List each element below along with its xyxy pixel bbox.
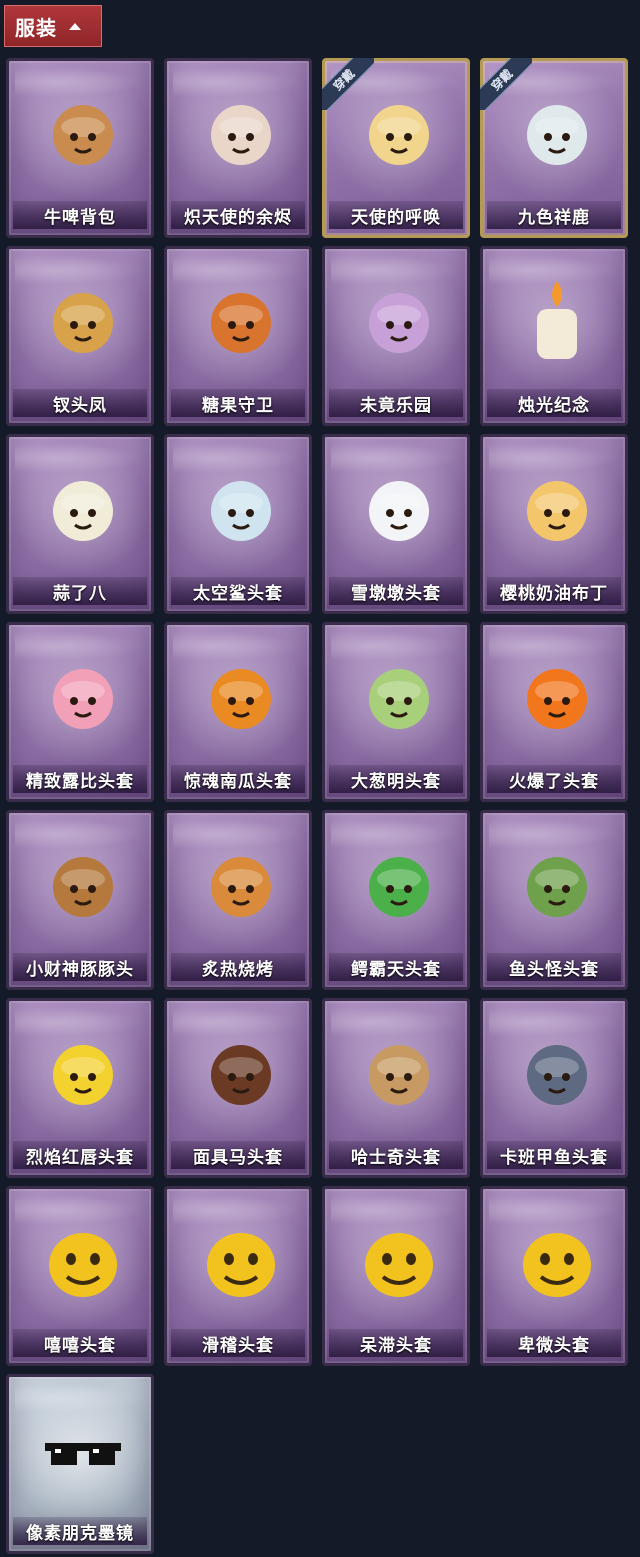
costume-card[interactable]: 卑微头套	[480, 1186, 628, 1366]
costume-name: 钗头凤	[13, 389, 147, 417]
costume-card[interactable]: 炙热烧烤	[164, 810, 312, 990]
costume-card[interactable]: 像素朋克墨镜	[6, 1374, 154, 1554]
jester-doll-icon	[359, 275, 439, 365]
pumpkin-scarecrow-icon	[201, 275, 281, 365]
costume-card[interactable]: 大葱明头套	[322, 622, 470, 802]
fire-head-icon	[517, 651, 597, 741]
costume-card[interactable]: 鱼头怪头套	[480, 810, 628, 990]
costume-name: 大葱明头套	[329, 765, 463, 793]
pikachu-head-icon	[43, 1027, 123, 1117]
costume-card[interactable]: 穿戴天使的呼唤	[322, 58, 470, 238]
costume-name: 卡班甲鱼头套	[487, 1141, 621, 1169]
costume-card[interactable]: 滑稽头套	[164, 1186, 312, 1366]
tab-costume-label: 服装	[15, 17, 57, 40]
costume-card[interactable]: 嘻嘻头套	[6, 1186, 154, 1366]
costume-name: 牛啤背包	[13, 201, 147, 229]
costume-name: 火爆了头套	[487, 765, 621, 793]
costume-name: 糖果守卫	[171, 389, 305, 417]
shy-emoji-icon	[517, 1215, 597, 1305]
costume-name: 鳄霸天头套	[329, 953, 463, 981]
costume-name: 烈焰红唇头套	[13, 1141, 147, 1169]
costume-card[interactable]: 鳄霸天头套	[322, 810, 470, 990]
costume-name: 小财神豚豚头	[13, 953, 147, 981]
garlic-icon	[43, 463, 123, 553]
fish-head-icon	[517, 839, 597, 929]
grin-emoji-icon	[43, 1215, 123, 1305]
cow-beer-backpack-icon	[43, 87, 123, 177]
costume-name: 炙热烧烤	[171, 953, 305, 981]
pixel-sunglasses-icon	[43, 1403, 123, 1493]
costume-card[interactable]: 雪墩墩头套	[322, 434, 470, 614]
tab-costume[interactable]: 服装	[4, 5, 102, 47]
costume-name: 未竟乐园	[329, 389, 463, 417]
costume-name: 哈士奇头套	[329, 1141, 463, 1169]
costume-card[interactable]: 炽天使的余烬	[164, 58, 312, 238]
pudding-icon	[517, 463, 597, 553]
costume-name: 烛光纪念	[487, 389, 621, 417]
seraph-doll-icon	[201, 87, 281, 177]
shark-head-icon	[201, 463, 281, 553]
costume-card[interactable]: 糖果守卫	[164, 246, 312, 426]
costume-name: 九色祥鹿	[487, 201, 621, 229]
costume-name: 雪墩墩头套	[329, 577, 463, 605]
capybara-head-icon	[43, 839, 123, 929]
costume-card[interactable]: 呆滞头套	[322, 1186, 470, 1366]
costume-name: 樱桃奶油布丁	[487, 577, 621, 605]
equipped-badge: 穿戴	[480, 58, 532, 110]
snowman-head-icon	[359, 463, 439, 553]
stare-emoji-icon	[359, 1215, 439, 1305]
bbq-meat-icon	[201, 839, 281, 929]
costume-card[interactable]: 未竟乐园	[322, 246, 470, 426]
costume-card[interactable]: 太空鲨头套	[164, 434, 312, 614]
costume-card[interactable]: 烈焰红唇头套	[6, 998, 154, 1178]
equipped-badge: 穿戴	[322, 58, 374, 110]
crocodile-head-icon	[359, 839, 439, 929]
costume-name: 滑稽头套	[171, 1329, 305, 1357]
equipped-badge-label: 穿戴	[322, 58, 374, 110]
equipped-badge-label: 穿戴	[480, 58, 532, 110]
costume-card[interactable]: 火爆了头套	[480, 622, 628, 802]
costume-card[interactable]: 樱桃奶油布丁	[480, 434, 628, 614]
scallion-head-icon	[359, 651, 439, 741]
pumpkin-head-icon	[201, 651, 281, 741]
costume-name: 炽天使的余烬	[171, 201, 305, 229]
costume-card[interactable]: 穿戴九色祥鹿	[480, 58, 628, 238]
costume-card[interactable]: 牛啤背包	[6, 58, 154, 238]
costume-card[interactable]: 哈士奇头套	[322, 998, 470, 1178]
costume-card[interactable]: 卡班甲鱼头套	[480, 998, 628, 1178]
smirk-emoji-icon	[201, 1215, 281, 1305]
costume-card[interactable]: 精致露比头套	[6, 622, 154, 802]
fish-bun-head-icon	[517, 1027, 597, 1117]
costume-name: 面具马头套	[171, 1141, 305, 1169]
phoenix-crown-doll-icon	[43, 275, 123, 365]
costume-name: 惊魂南瓜头套	[171, 765, 305, 793]
costume-name: 嘻嘻头套	[13, 1329, 147, 1357]
costume-name: 像素朋克墨镜	[13, 1517, 147, 1545]
horse-head-icon	[201, 1027, 281, 1117]
costume-name: 太空鲨头套	[171, 577, 305, 605]
costume-name: 蒜了八	[13, 577, 147, 605]
husky-head-icon	[359, 1027, 439, 1117]
costume-name: 呆滞头套	[329, 1329, 463, 1357]
costume-card[interactable]: 蒜了八	[6, 434, 154, 614]
costume-card[interactable]: 烛光纪念	[480, 246, 628, 426]
costume-card[interactable]: 惊魂南瓜头套	[164, 622, 312, 802]
costume-name: 天使的呼唤	[329, 201, 463, 229]
chevron-up-icon[interactable]	[69, 22, 81, 30]
pink-beaver-head-icon	[43, 651, 123, 741]
costume-card[interactable]: 面具马头套	[164, 998, 312, 1178]
costume-name: 精致露比头套	[13, 765, 147, 793]
costume-card[interactable]: 钗头凤	[6, 246, 154, 426]
costume-name: 卑微头套	[487, 1329, 621, 1357]
costume-card[interactable]: 小财神豚豚头	[6, 810, 154, 990]
costume-name: 鱼头怪头套	[487, 953, 621, 981]
candle-icon	[517, 275, 597, 365]
